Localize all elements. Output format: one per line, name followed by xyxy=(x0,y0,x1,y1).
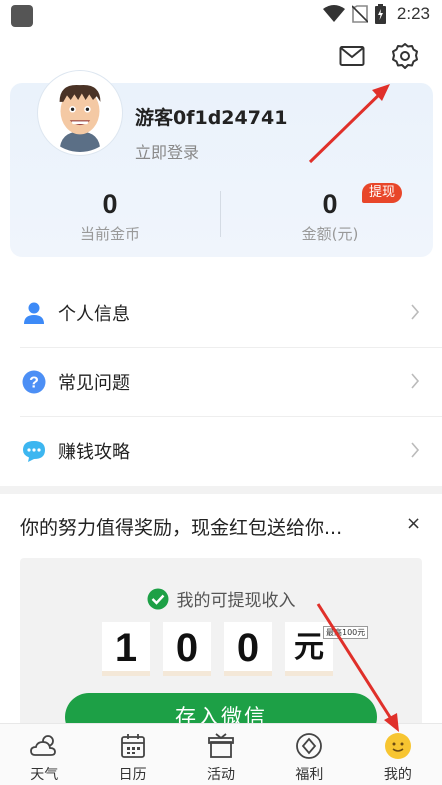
gift-icon xyxy=(208,733,234,758)
menu-label: 赚钱攻略 xyxy=(58,441,130,463)
section-divider xyxy=(0,486,442,494)
amount-label: 金额(元) xyxy=(301,225,359,243)
tab-weather[interactable]: 天气 xyxy=(0,724,88,785)
tab-welfare[interactable]: 福利 xyxy=(265,724,353,785)
app-notification-icon xyxy=(11,5,33,27)
close-icon[interactable]: × xyxy=(406,513,421,534)
income-label: 我的可提现收入 xyxy=(176,591,296,611)
menu-item-earning-guide[interactable]: 赚钱攻略 xyxy=(0,416,442,485)
tab-mine[interactable]: 我的 xyxy=(354,724,442,785)
battery-icon xyxy=(374,4,386,24)
menu-item-personal-info[interactable]: 个人信息 xyxy=(0,278,442,347)
svg-text:?: ? xyxy=(29,374,39,391)
stat-divider xyxy=(220,191,221,237)
cartoon-avatar-icon xyxy=(41,74,119,152)
digit-tile: 1 xyxy=(102,622,150,676)
check-circle-icon xyxy=(147,588,168,609)
nav-label: 天气 xyxy=(30,767,59,783)
bottom-nav: 天气 日历 活动 福利 我的 xyxy=(0,723,442,785)
menu-item-faq[interactable]: ? 常见问题 xyxy=(0,347,442,416)
profile-face-icon xyxy=(384,733,411,759)
username: 游客0f1d24741 xyxy=(135,107,288,129)
person-icon xyxy=(24,302,44,324)
calendar-icon xyxy=(120,734,145,758)
tab-activity[interactable]: 活动 xyxy=(177,724,265,785)
amount-digits: 1 0 0 元 xyxy=(102,622,333,676)
menu-list: 个人信息 ? 常见问题 赚钱攻略 xyxy=(0,278,442,485)
status-time: 2:23 xyxy=(396,4,430,23)
income-row: 我的可提现收入 xyxy=(20,586,422,611)
gear-icon[interactable] xyxy=(391,42,419,70)
question-icon: ? xyxy=(22,370,46,393)
weather-icon xyxy=(30,735,57,756)
wifi-icon xyxy=(322,5,345,22)
menu-label: 个人信息 xyxy=(58,303,130,325)
promo-title: 你的努力值得奖励，现金红包送给你... xyxy=(20,517,343,539)
promo-box: 我的可提现收入 1 0 0 元 最高100元 存入微信 xyxy=(20,558,422,741)
chevron-right-icon xyxy=(411,373,420,389)
max-amount-note: 最高100元 xyxy=(323,626,369,639)
coins-stat[interactable]: 0 当前金币 xyxy=(10,189,210,244)
coins-label: 当前金币 xyxy=(79,225,140,243)
nav-label: 日历 xyxy=(118,767,147,783)
no-sim-icon xyxy=(351,5,368,23)
nav-label: 福利 xyxy=(295,767,324,783)
login-link[interactable]: 立即登录 xyxy=(135,139,199,163)
tab-calendar[interactable]: 日历 xyxy=(88,724,176,785)
chat-bubble-icon xyxy=(23,440,45,462)
nav-label: 活动 xyxy=(207,767,236,783)
profile-card: 游客0f1d24741 立即登录 0 当前金币 0 金额(元) 提现 xyxy=(10,71,433,257)
status-bar: 2:23 xyxy=(0,0,442,32)
withdraw-badge[interactable]: 提现 xyxy=(362,183,403,203)
nav-label: 我的 xyxy=(383,767,412,783)
diamond-icon xyxy=(296,733,323,759)
chevron-right-icon xyxy=(411,304,420,320)
status-icons: 2:23 xyxy=(322,4,430,24)
mail-icon[interactable] xyxy=(339,44,365,68)
menu-label: 常见问题 xyxy=(58,372,130,394)
coins-value: 0 xyxy=(102,189,118,219)
avatar[interactable] xyxy=(38,71,122,155)
digit-tile: 0 xyxy=(224,622,272,676)
digit-tile: 0 xyxy=(163,622,211,676)
chevron-right-icon xyxy=(411,442,420,458)
